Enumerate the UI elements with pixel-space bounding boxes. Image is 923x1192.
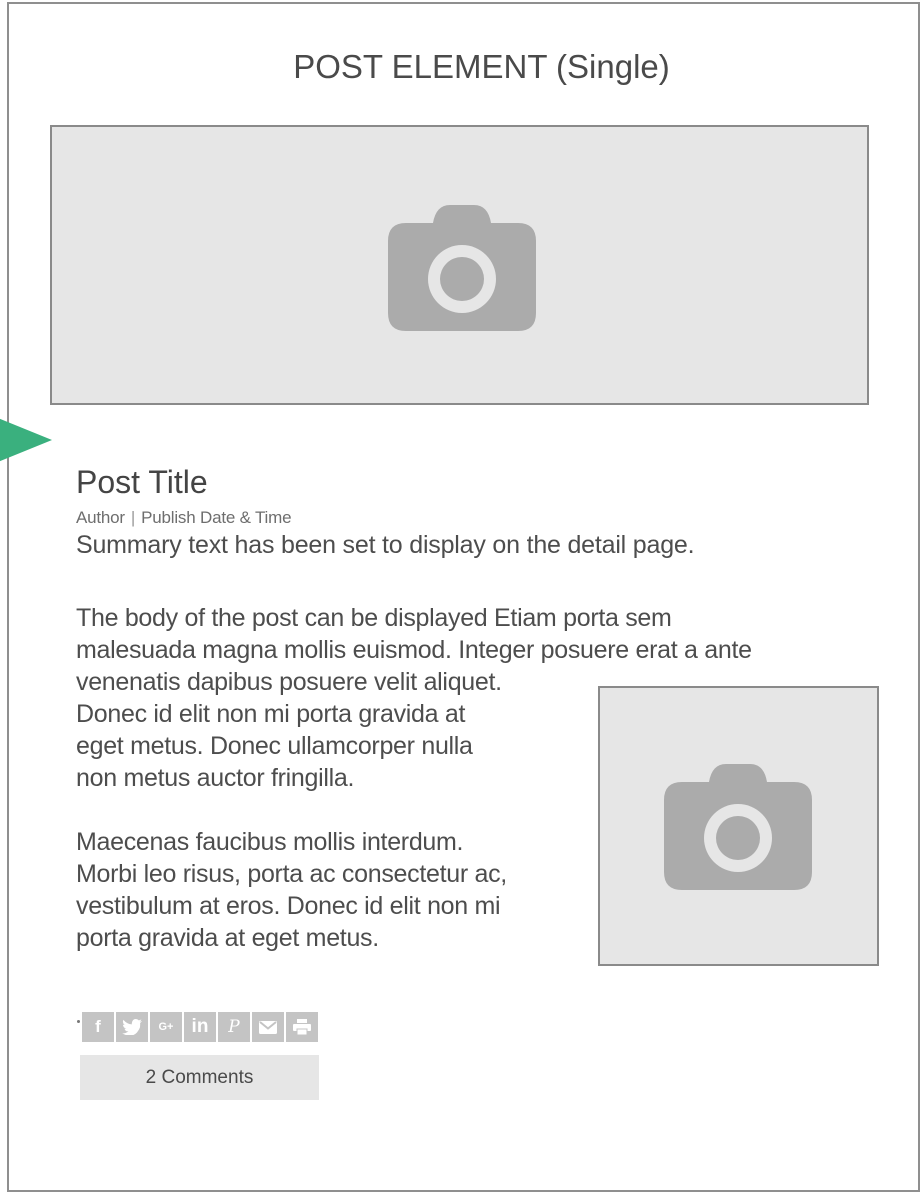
page-heading: POST ELEMENT (Single) — [293, 48, 670, 85]
post-publish-date: Publish Date & Time — [141, 508, 292, 527]
body-line: The body of the post can be displayed Et… — [76, 604, 672, 632]
camera-icon — [388, 205, 536, 331]
camera-icon — [664, 764, 812, 890]
facebook-icon: f — [95, 1017, 101, 1036]
google-plus-icon: G+ — [158, 1021, 174, 1033]
pointer-arrow — [0, 418, 52, 462]
meta-separator: | — [130, 508, 136, 527]
email-icon — [259, 1020, 277, 1034]
twitter-icon — [122, 1019, 142, 1035]
twitter-share-button[interactable] — [116, 1012, 148, 1042]
print-icon — [293, 1019, 311, 1035]
post-title[interactable]: Post Title — [76, 464, 208, 501]
print-share-button[interactable] — [286, 1012, 318, 1042]
facebook-share-button[interactable]: f — [82, 1012, 114, 1042]
post-summary: Summary text has been set to display on … — [76, 531, 695, 559]
google-plus-share-button[interactable]: G+ — [150, 1012, 182, 1042]
pinterest-icon: P — [228, 1017, 240, 1037]
post-meta: Author | Publish Date & Time — [76, 508, 292, 528]
post-author[interactable]: Author — [76, 508, 125, 527]
body-line: malesuada magna mollis euismod. Integer … — [76, 636, 752, 664]
share-bar: f G+ in P — [82, 1012, 318, 1042]
pinterest-share-button[interactable]: P — [218, 1012, 250, 1042]
share-bullet — [77, 1020, 80, 1023]
inline-image-placeholder — [598, 686, 879, 966]
comments-button[interactable]: 2 Comments — [80, 1055, 319, 1100]
linkedin-icon: in — [191, 1016, 209, 1037]
linkedin-share-button[interactable]: in — [184, 1012, 216, 1042]
email-share-button[interactable] — [252, 1012, 284, 1042]
hero-image-placeholder — [50, 125, 869, 405]
